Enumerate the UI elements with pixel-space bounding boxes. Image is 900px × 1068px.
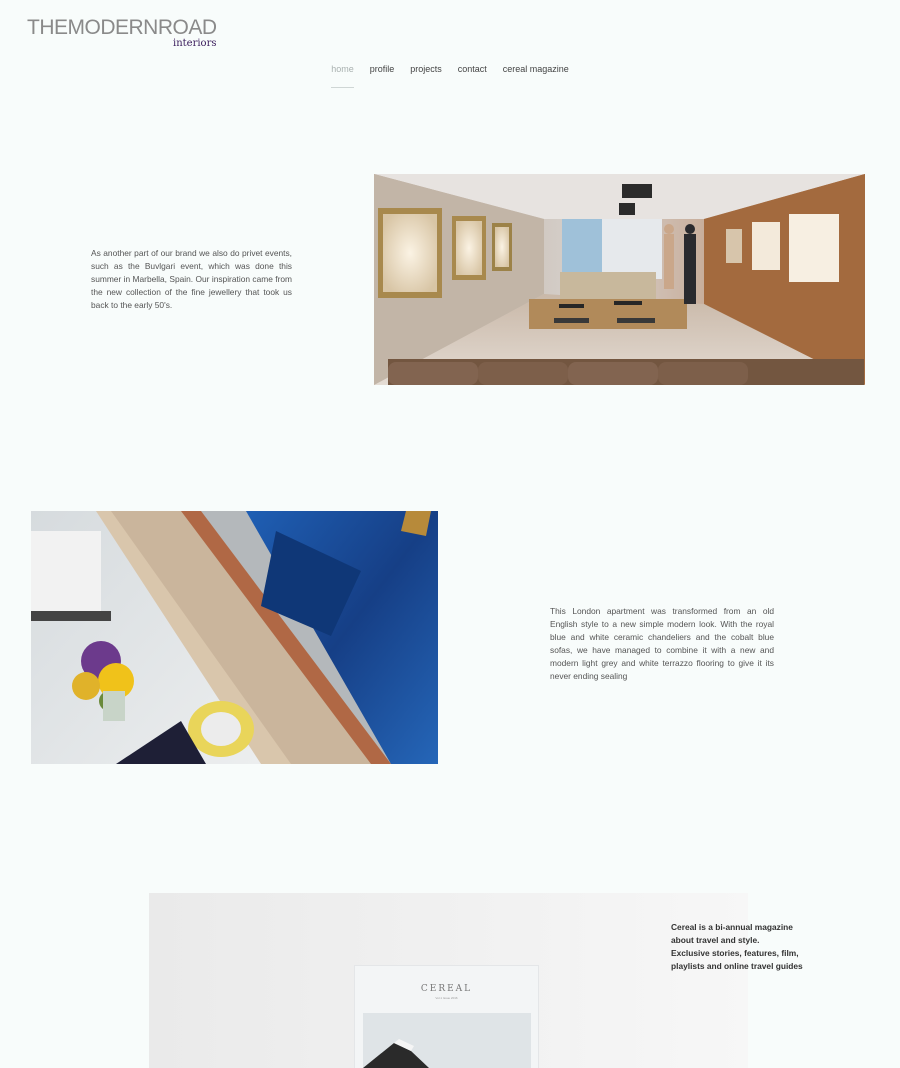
brand-logo[interactable]: THEMODERNROAD interiors xyxy=(27,16,227,50)
event-gallery-photo xyxy=(374,174,865,385)
london-apartment-photo xyxy=(31,511,438,764)
apartment-description: This London apartment was transformed fr… xyxy=(550,606,774,681)
cereal-line: about travel and style. xyxy=(671,935,760,945)
nav-cereal-magazine[interactable]: cereal magazine xyxy=(503,64,569,84)
cereal-magazine-photo: CEREAL Vol.1 Issue 2016 xyxy=(149,893,748,1068)
cereal-line: Cereal is a bi-annual magazine xyxy=(671,922,793,932)
brand-subtitle: interiors xyxy=(173,38,217,49)
nav-contact[interactable]: contact xyxy=(458,64,487,84)
main-nav: home profile projects contact cereal mag… xyxy=(0,64,900,88)
event-description: As another part of our brand we also do … xyxy=(91,248,292,310)
magazine-cover-title: CEREAL xyxy=(420,984,473,994)
nav-profile[interactable]: profile xyxy=(370,64,395,84)
cereal-description: Cereal is a bi-annual magazine about tra… xyxy=(671,921,831,973)
cereal-line: Exclusive stories, features, film, xyxy=(671,948,799,958)
magazine-cover-subtitle: Vol.1 Issue 2016 xyxy=(435,996,458,1000)
cereal-line: playlists and online travel guides xyxy=(671,961,803,971)
nav-projects[interactable]: projects xyxy=(410,64,442,84)
brand-name: THEMODERNROAD xyxy=(27,16,217,39)
nav-home[interactable]: home xyxy=(331,64,354,88)
